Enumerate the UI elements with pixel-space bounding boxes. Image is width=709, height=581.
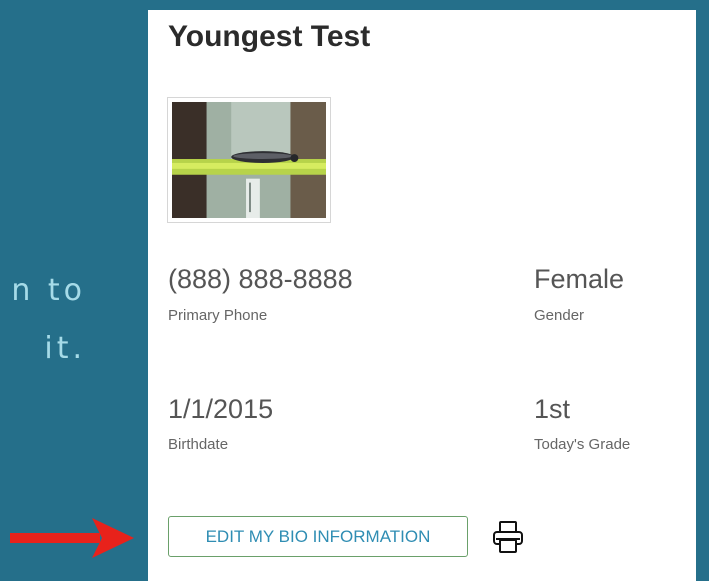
gender-value: Female: [534, 264, 625, 294]
background-tutorial-text: n to it.: [11, 273, 86, 366]
profile-name: Youngest Test: [168, 20, 371, 53]
grade-label: Today's Grade: [534, 436, 631, 453]
profile-card: Youngest Test (888) 888-8888 Primary Pho…: [148, 10, 696, 581]
caterpillar-photo: [172, 102, 326, 218]
grade-value: 1st: [534, 394, 571, 424]
red-arrow-pointer-icon: [10, 518, 134, 558]
edit-bio-button[interactable]: EDIT MY BIO INFORMATION: [168, 516, 468, 557]
phone-label: Primary Phone: [168, 307, 268, 324]
profile-photo: [167, 97, 331, 223]
gender-label: Gender: [534, 307, 585, 324]
birthdate-label: Birthdate: [168, 436, 229, 453]
phone-value: (888) 888-8888: [168, 264, 353, 294]
birthdate-value: 1/1/2015: [168, 394, 274, 424]
printer-icon[interactable]: [492, 520, 524, 554]
